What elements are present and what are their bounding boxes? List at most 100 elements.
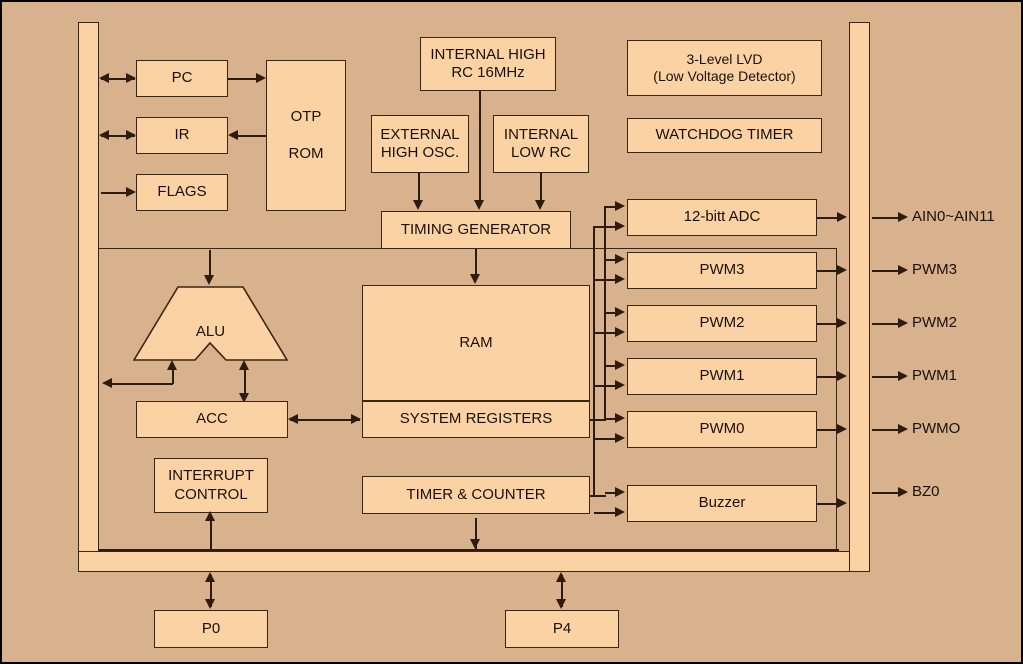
line-feed-pwm2-b	[594, 332, 617, 334]
line-pin-ain	[872, 217, 900, 219]
arrow-sysreg-acc	[288, 414, 298, 424]
block-adc: 12-bitt ADC	[627, 199, 817, 236]
arrow-pwm0-rightbus	[837, 424, 847, 434]
bottom-main-bus	[78, 551, 870, 572]
block-pc: PC	[136, 60, 228, 97]
line-pwm1-rightbus	[817, 376, 839, 378]
block-timer-counter: TIMER & COUNTER	[362, 476, 590, 514]
arrow-port0-down	[205, 599, 215, 609]
block-alu: ALU	[133, 286, 288, 362]
arrow-acc-sysreg	[351, 414, 361, 424]
block-internal-high-rc: INTERNAL HIGH RC 16MHz	[420, 37, 556, 91]
line-pin-pwm0	[872, 429, 900, 431]
arrow-bus-ir-left	[99, 130, 109, 140]
arrow-port4-up	[556, 572, 566, 582]
line-adc-rightbus	[817, 217, 839, 219]
arrow-bus-alu	[204, 275, 214, 285]
arrow-feed-buzzer-b	[615, 507, 625, 517]
line-bus-flags	[101, 192, 126, 194]
arrow-bus-ir-right	[126, 130, 136, 140]
arrow-feed-pwm3-a	[615, 254, 625, 264]
arrow-pwm3-rightbus	[837, 265, 847, 275]
line-pin-pwm1	[872, 376, 900, 378]
arrow-pin-ain	[898, 212, 908, 222]
arrow-bus-pc-right	[126, 73, 136, 83]
pin-label-pwm3: PWM3	[912, 261, 957, 278]
block-port0: P0	[154, 610, 268, 648]
line-alu-out-horiz	[112, 383, 173, 385]
block-port4: P4	[505, 610, 619, 648]
arrow-pwm2-rightbus	[837, 318, 847, 328]
arrow-feed-adc-b	[615, 221, 625, 231]
left-main-bus	[78, 22, 99, 572]
arrow-feed-pwm3-b	[615, 274, 625, 284]
arrow-ehosc-timing	[413, 200, 423, 210]
arrow-pin-pwm3	[898, 265, 908, 275]
block-alu-label: ALU	[195, 322, 226, 340]
line-acc-sysreg	[290, 419, 360, 421]
line-timing-ram	[475, 249, 477, 275]
arrow-feed-pwm2-b	[615, 327, 625, 337]
right-main-bus	[849, 22, 870, 572]
block-ir: IR	[136, 117, 228, 154]
block-buzzer: Buzzer	[627, 485, 817, 522]
arrow-feed-buzzer-a	[615, 487, 625, 497]
block-flags: FLAGS	[136, 174, 228, 211]
arrow-feed-pwm1-a	[615, 360, 625, 370]
arrow-buzzer-rightbus	[837, 498, 847, 508]
line-pwm3-rightbus	[817, 270, 839, 272]
line-otp-ir	[238, 135, 266, 137]
arrow-adc-rightbus	[837, 212, 847, 222]
block-pwm3: PWM3	[627, 252, 817, 289]
line-feed-pwm1-b	[594, 385, 617, 387]
arrow-timing-ram	[470, 274, 480, 284]
arrow-port0-up	[205, 572, 215, 582]
arrow-pwm1-rightbus	[837, 371, 847, 381]
line-timer-feed-v	[593, 226, 595, 496]
arrow-ilrc-timing	[535, 200, 545, 210]
line-pin-bz0	[872, 492, 900, 494]
arrow-pin-pwm1	[898, 371, 908, 381]
line-ehosc-timing	[418, 173, 420, 201]
block-lvd: 3-Level LVD (Low Voltage Detector)	[627, 40, 822, 96]
block-timing-generator: TIMING GENERATOR	[381, 211, 571, 249]
arrow-bus-flags	[126, 187, 136, 197]
arrow-pin-bz0	[898, 487, 908, 497]
line-feed-adc-b	[594, 226, 617, 228]
line-feed-pwm0-b	[594, 438, 617, 440]
arrow-bus-interrupt	[205, 511, 215, 521]
arrow-bus-pc-left	[99, 73, 109, 83]
block-internal-low-rc: INTERNAL LOW RC	[493, 115, 589, 173]
arrow-into-alu-left-leg	[167, 360, 177, 370]
line-feed-buzzer-b	[594, 512, 617, 514]
arrow-feed-adc-a	[615, 201, 625, 211]
line-pc-otp	[228, 78, 258, 80]
arrow-feed-pwm0-a	[615, 413, 625, 423]
block-interrupt-control: INTERRUPT CONTROL	[154, 458, 268, 513]
line-bus-to-alu-vert	[209, 250, 211, 276]
pin-label-pwm2: PWM2	[912, 314, 957, 331]
block-watchdog-timer: WATCHDOG TIMER	[627, 118, 822, 153]
line-pwm2-rightbus	[817, 323, 839, 325]
block-pwm1: PWM1	[627, 358, 817, 395]
line-ilrc-timing	[540, 173, 542, 201]
block-pwm0: PWM0	[627, 411, 817, 448]
line-pwm0-rightbus	[817, 429, 839, 431]
pin-label-pwm0: PWMO	[912, 420, 961, 437]
arrow-feed-pwm0-b	[615, 433, 625, 443]
block-external-high-osc: EXTERNAL HIGH OSC.	[371, 115, 469, 173]
block-system-registers: SYSTEM REGISTERS	[362, 401, 590, 438]
arrow-port4-down	[556, 599, 566, 609]
arrow-acc-alu	[239, 360, 249, 370]
pin-label-ain: AIN0~AIN11	[912, 208, 995, 225]
arrow-alu-bus	[102, 378, 112, 388]
arrow-ihrc-timing	[474, 200, 484, 210]
arrow-pin-pwm0	[898, 424, 908, 434]
arrow-pc-otp	[256, 73, 266, 83]
arrow-feed-pwm2-a	[615, 307, 625, 317]
line-pin-pwm3	[872, 270, 900, 272]
block-otp-rom: OTP ROM	[266, 60, 346, 211]
line-pin-pwm2	[872, 323, 900, 325]
mcu-block-diagram: PC IR FLAGS OTP ROM INTERNAL HIGH RC 16M…	[0, 0, 1023, 664]
pin-label-pwm1: PWM1	[912, 367, 957, 384]
